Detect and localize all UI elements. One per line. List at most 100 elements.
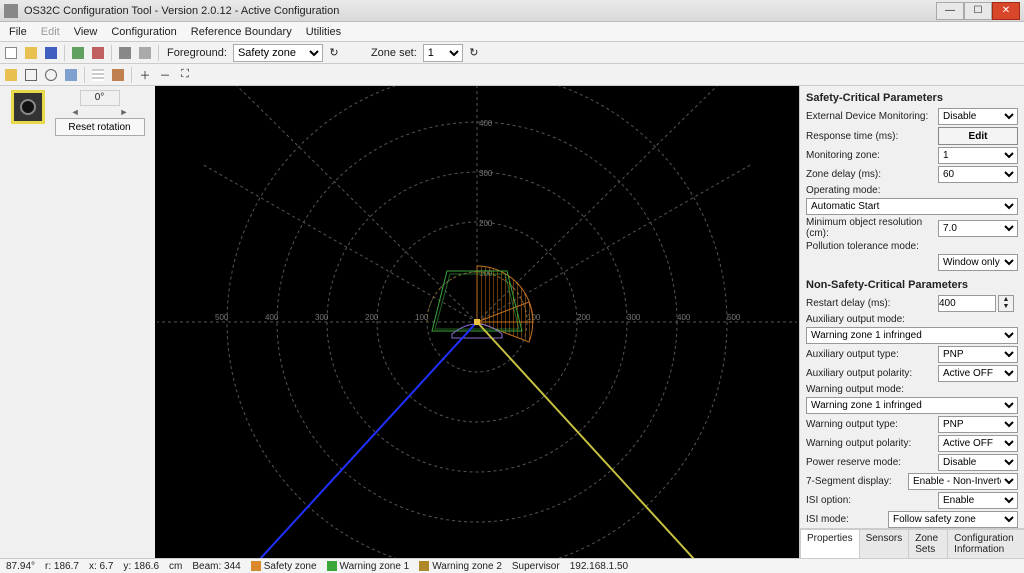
warnmode-select[interactable]: Warning zone 1 infringed [806, 397, 1018, 414]
menu-configuration[interactable]: Configuration [104, 24, 183, 40]
opmode-select[interactable]: Automatic Start [806, 198, 1018, 215]
response-edit-button[interactable]: Edit [938, 127, 1018, 145]
tool-icon-3[interactable] [116, 44, 134, 62]
zoom-out-icon[interactable]: － [156, 66, 174, 84]
menubar: File Edit View Configuration Reference B… [0, 22, 1024, 42]
cursor-icon[interactable] [2, 66, 20, 84]
zoneset-refresh-icon[interactable]: ↻ [465, 44, 483, 62]
status-unit: cm [169, 561, 182, 572]
status-x: x: 6.7 [89, 561, 113, 572]
legend-warn2: Warning zone 2 [432, 561, 502, 572]
minres-label: Minimum object resolution (cm): [806, 217, 934, 239]
foreground-refresh-icon[interactable]: ↻ [325, 44, 343, 62]
svg-text:500: 500 [727, 313, 741, 322]
sensor-icon[interactable] [11, 90, 45, 124]
tab-sensors[interactable]: Sensors [859, 529, 910, 558]
restart-input[interactable] [938, 295, 996, 312]
auxpol-select[interactable]: Active OFF [938, 365, 1018, 382]
svg-text:400: 400 [265, 313, 279, 322]
svg-text:300: 300 [315, 313, 329, 322]
isiopt-select[interactable]: Enable [938, 492, 1018, 509]
minres-select[interactable]: 7.0 [938, 220, 1018, 237]
zoom-fit-icon[interactable]: ⛶ [176, 66, 194, 84]
snap-icon[interactable] [109, 66, 127, 84]
minimize-button[interactable]: — [936, 2, 964, 20]
zoneset-select[interactable]: 1 [423, 44, 463, 62]
svg-text:200: 200 [365, 313, 379, 322]
status-supervisor: Supervisor [512, 561, 560, 572]
window-controls: — ☐ ✕ [936, 2, 1020, 20]
svg-text:400: 400 [479, 119, 493, 128]
restart-up-icon[interactable]: ▲ [999, 296, 1013, 303]
menu-edit: Edit [34, 24, 67, 40]
seg7-select[interactable]: Enable - Non-Inverted [908, 473, 1018, 490]
rotation-degrees: 0° [80, 90, 120, 106]
close-button[interactable]: ✕ [992, 2, 1020, 20]
toolbar-1: Foreground: Safety zone ↻ Zone set: 1 ↻ [0, 42, 1024, 64]
auxmode-select[interactable]: Warning zone 1 infringed [806, 327, 1018, 344]
menu-utilities[interactable]: Utilities [299, 24, 348, 40]
main-area: 0° ◄ ► Reset rotation [0, 86, 1024, 558]
warntype-select[interactable]: PNP [938, 416, 1018, 433]
svg-text:300: 300 [479, 169, 493, 178]
grid-icon[interactable] [89, 66, 107, 84]
tool-icon-4[interactable] [136, 44, 154, 62]
shape-circle-icon[interactable] [42, 66, 60, 84]
svg-text:300: 300 [627, 313, 641, 322]
zdelay-select[interactable]: 60 [938, 166, 1018, 183]
status-angle: 87.94° [6, 561, 35, 572]
shape-rect-icon[interactable] [22, 66, 40, 84]
menu-view[interactable]: View [67, 24, 105, 40]
powres-select[interactable]: Disable [938, 454, 1018, 471]
zoom-in-icon[interactable]: ＋ [136, 66, 154, 84]
auxpol-label: Auxiliary output polarity: [806, 368, 934, 379]
shape-poly-icon[interactable] [62, 66, 80, 84]
restart-down-icon[interactable]: ▼ [999, 303, 1013, 310]
edm-label: External Device Monitoring: [806, 111, 934, 122]
tool-icon-1[interactable] [69, 44, 87, 62]
group-safety-title: Safety-Critical Parameters [806, 92, 1018, 104]
auxtype-select[interactable]: PNP [938, 346, 1018, 363]
legend-safety: Safety zone [264, 561, 317, 572]
open-icon[interactable] [22, 44, 40, 62]
warnpol-label: Warning output polarity: [806, 438, 934, 449]
reset-rotation-button[interactable]: Reset rotation [55, 118, 145, 136]
app-icon [4, 4, 18, 18]
tool-icon-2[interactable] [89, 44, 107, 62]
opmode-label: Operating mode: [806, 185, 1018, 196]
svg-text:200: 200 [577, 313, 591, 322]
right-panel: Safety-Critical Parameters External Devi… [799, 86, 1024, 558]
monzone-select[interactable]: 1 [938, 147, 1018, 164]
new-icon[interactable] [2, 44, 20, 62]
legend-warn1: Warning zone 1 [340, 561, 410, 572]
poll-select[interactable]: Window only [938, 254, 1018, 271]
rotate-right-icon[interactable]: ► [120, 107, 129, 117]
rotate-left-icon[interactable]: ◄ [71, 107, 80, 117]
isimode-select[interactable]: Follow safety zone [888, 511, 1018, 528]
svg-text:200: 200 [479, 219, 493, 228]
statusbar: 87.94° r: 186.7 x: 6.7 y: 186.6 cm Beam:… [0, 558, 1024, 573]
tab-configinfo[interactable]: Configuration Information [947, 529, 1024, 558]
legend-warn2-swatch [419, 561, 429, 571]
status-beam: Beam: 344 [192, 561, 240, 572]
zoneset-label: Zone set: [371, 47, 417, 59]
warnpol-select[interactable]: Active OFF [938, 435, 1018, 452]
maximize-button[interactable]: ☐ [964, 2, 992, 20]
group-nonsafety-title: Non-Safety-Critical Parameters [806, 279, 1018, 291]
radar-chart[interactable]: 100200 300400 100200 300400500 100200 30… [155, 86, 799, 558]
foreground-select[interactable]: Safety zone [233, 44, 323, 62]
menu-reference-boundary[interactable]: Reference Boundary [184, 24, 299, 40]
tab-zonesets[interactable]: Zone Sets [908, 529, 948, 558]
legend-warn1-swatch [327, 561, 337, 571]
edm-select[interactable]: Disable [938, 108, 1018, 125]
tab-properties[interactable]: Properties [800, 529, 860, 558]
restart-label: Restart delay (ms): [806, 298, 934, 309]
foreground-label: Foreground: [167, 47, 227, 59]
titlebar: OS32C Configuration Tool - Version 2.0.1… [0, 0, 1024, 22]
toolbar-2: ＋ － ⛶ [0, 64, 1024, 86]
menu-file[interactable]: File [2, 24, 34, 40]
save-icon[interactable] [42, 44, 60, 62]
seg7-label: 7-Segment display: [806, 476, 904, 487]
status-ip: 192.168.1.50 [570, 561, 628, 572]
svg-text:500: 500 [215, 313, 229, 322]
